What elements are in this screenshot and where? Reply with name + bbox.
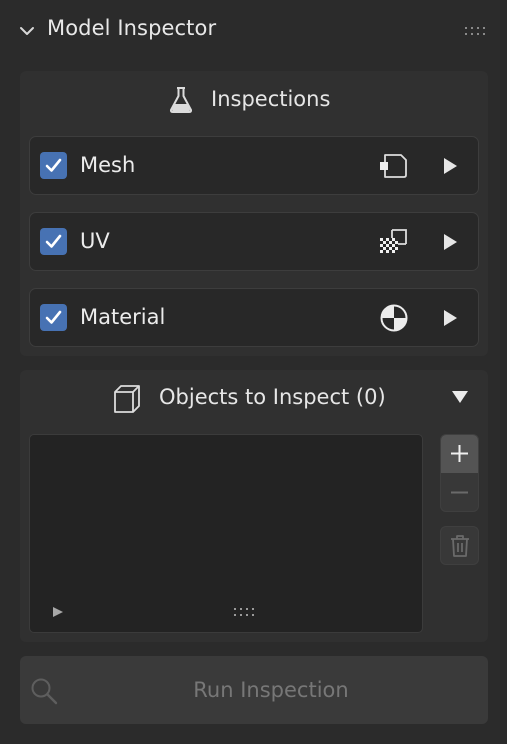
inspection-row-mesh[interactable]: Mesh [29, 136, 479, 195]
panel-title: Model Inspector [47, 16, 217, 40]
objects-section: Objects to Inspect (0) [20, 370, 488, 642]
objects-list[interactable] [29, 434, 423, 633]
triangle-down-icon[interactable] [451, 390, 469, 404]
clear-objects-button[interactable] [440, 526, 479, 565]
checkmark-icon [45, 234, 62, 248]
chevron-down-icon[interactable] [18, 22, 36, 40]
expand-arrow-icon[interactable] [442, 309, 458, 327]
triangle-right-icon[interactable] [52, 606, 64, 618]
uv-checkbox[interactable] [40, 228, 67, 255]
material-label: Material [80, 305, 166, 329]
expand-arrow-icon[interactable] [442, 233, 458, 251]
mesh-label: Mesh [80, 153, 136, 177]
inspection-row-uv[interactable]: UV [29, 212, 479, 271]
objects-title: Objects to Inspect (0) [159, 385, 386, 409]
material-sphere-icon [380, 304, 408, 332]
plus-icon [451, 445, 468, 462]
trash-icon [451, 535, 469, 557]
checkmark-icon [45, 310, 62, 324]
run-inspection-label: Run Inspection [193, 678, 349, 702]
inspections-header: Inspections [20, 71, 488, 131]
add-object-button[interactable] [441, 435, 478, 473]
uv-label: UV [80, 229, 110, 253]
flask-icon [169, 87, 193, 113]
inspections-title: Inspections [211, 87, 331, 111]
objects-header[interactable]: Objects to Inspect (0) [20, 370, 488, 430]
cube-icon [114, 385, 140, 413]
expand-arrow-icon[interactable] [442, 157, 458, 175]
checkmark-icon [45, 158, 62, 172]
run-inspection-button[interactable]: Run Inspection [20, 656, 488, 724]
minus-icon [451, 491, 468, 494]
panel-header[interactable]: Model Inspector [0, 0, 507, 62]
inspections-section: Inspections Mesh UV Material [20, 71, 488, 356]
resize-grip-icon[interactable] [233, 607, 257, 619]
inspection-row-material[interactable]: Material [29, 288, 479, 347]
list-actions [440, 434, 479, 512]
uv-checker-icon [380, 229, 407, 253]
mesh-face-icon [380, 154, 407, 178]
remove-object-button[interactable] [441, 474, 478, 511]
mesh-checkbox[interactable] [40, 152, 67, 179]
material-checkbox[interactable] [40, 304, 67, 331]
drag-grip-icon[interactable] [464, 26, 488, 38]
